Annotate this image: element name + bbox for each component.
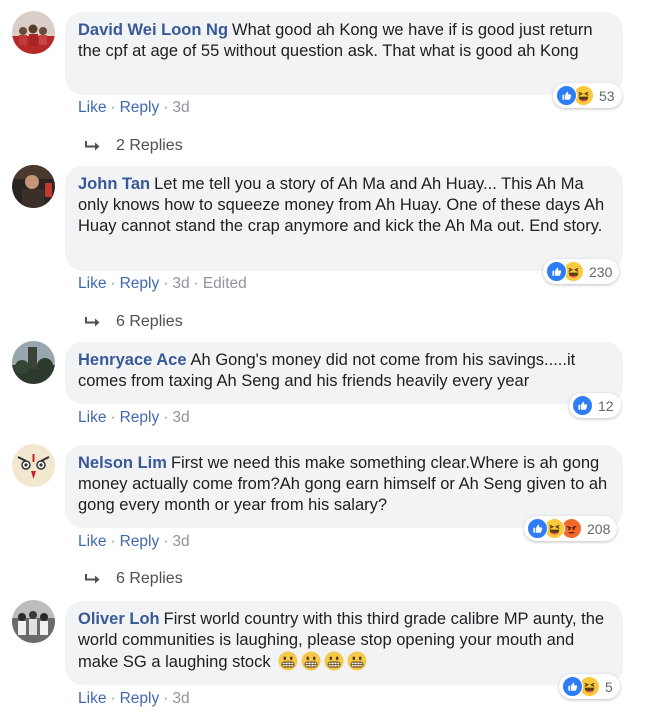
comment-actions: Like · Reply · 3d <box>78 99 190 117</box>
avatar[interactable] <box>12 11 55 54</box>
reply-arrow-icon <box>84 316 102 328</box>
reply-arrow-icon <box>84 573 102 585</box>
comment-actions: Like · Reply · 3d <box>78 409 190 427</box>
reaction-count: 230 <box>589 263 613 280</box>
like-icon <box>546 261 567 282</box>
avatar[interactable] <box>12 444 55 487</box>
comment-bubble: Oliver Loh First world country with this … <box>65 601 623 685</box>
comment-author[interactable]: Nelson Lim <box>78 454 167 472</box>
grinning-face-icon <box>278 651 298 671</box>
like-link[interactable]: Like <box>78 409 106 426</box>
comment-author[interactable]: John Tan <box>78 175 150 193</box>
like-link[interactable]: Like <box>78 99 106 116</box>
separator: · <box>110 275 116 292</box>
comment-author[interactable]: David Wei Loon Ng <box>78 21 228 39</box>
separator: · <box>110 690 116 707</box>
timestamp[interactable]: 3d <box>172 690 189 707</box>
like-icon <box>572 395 593 416</box>
comment-text: Let me tell you a story of Ah Ma and Ah … <box>78 175 605 235</box>
like-link[interactable]: Like <box>78 690 106 707</box>
separator: · <box>163 533 169 550</box>
separator: · <box>163 275 169 292</box>
reaction-summary[interactable]: 53 <box>553 83 622 108</box>
separator: · <box>110 99 116 116</box>
separator: · <box>163 99 169 116</box>
replies-label[interactable]: 2 Replies <box>116 137 183 155</box>
view-replies-link[interactable]: 6 Replies <box>84 313 183 331</box>
timestamp[interactable]: 3d <box>172 409 189 426</box>
comment-actions: Like · Reply · 3d <box>78 533 190 551</box>
separator: · <box>110 409 116 426</box>
reply-link[interactable]: Reply <box>120 409 160 426</box>
reaction-count: 53 <box>599 87 615 104</box>
view-replies-link[interactable]: 6 Replies <box>84 570 183 588</box>
comment-bubble: Henryace Ace Ah Gong's money did not come… <box>65 342 623 404</box>
separator: · <box>163 690 169 707</box>
like-icon <box>556 85 577 106</box>
avatar[interactable] <box>12 600 55 643</box>
reaction-summary[interactable]: 12 <box>569 393 621 418</box>
separator: · <box>110 533 116 550</box>
grinning-face-icon <box>301 651 321 671</box>
grinning-face-icon <box>324 651 344 671</box>
reaction-count: 5 <box>605 678 613 695</box>
view-replies-link[interactable]: 2 Replies <box>84 137 183 155</box>
avatar[interactable] <box>12 341 55 384</box>
reaction-summary[interactable]: 230 <box>543 259 620 284</box>
reaction-summary[interactable]: 5 <box>559 674 620 699</box>
comment-actions: Like · Reply · 3d <box>78 690 190 708</box>
reaction-count: 12 <box>598 397 614 414</box>
comment-bubble: John Tan Let me tell you a story of Ah Ma… <box>65 166 623 271</box>
edited-label[interactable]: Edited <box>203 275 247 292</box>
reaction-count: 208 <box>587 520 611 537</box>
reply-arrow-icon <box>84 140 102 152</box>
like-link[interactable]: Like <box>78 533 106 550</box>
reply-link[interactable]: Reply <box>120 533 160 550</box>
replies-label[interactable]: 6 Replies <box>116 570 183 588</box>
comment-bubble: David Wei Loon Ng What good ah Kong we ha… <box>65 12 623 95</box>
comment-author[interactable]: Oliver Loh <box>78 610 160 628</box>
avatar[interactable] <box>12 165 55 208</box>
like-icon <box>527 518 548 539</box>
like-icon <box>562 676 583 697</box>
reply-link[interactable]: Reply <box>120 275 160 292</box>
comment-author[interactable]: Henryace Ace <box>78 351 187 369</box>
reaction-summary[interactable]: 208 <box>524 516 618 541</box>
like-link[interactable]: Like <box>78 275 106 292</box>
reply-link[interactable]: Reply <box>120 690 160 707</box>
reply-link[interactable]: Reply <box>120 99 160 116</box>
grinning-face-icon <box>347 651 367 671</box>
separator: · <box>193 275 199 292</box>
comment-actions: Like · Reply · 3d · Edited <box>78 275 247 293</box>
timestamp[interactable]: 3d <box>172 99 189 116</box>
replies-label[interactable]: 6 Replies <box>116 313 183 331</box>
timestamp[interactable]: 3d <box>172 275 189 292</box>
timestamp[interactable]: 3d <box>172 533 189 550</box>
separator: · <box>163 409 169 426</box>
